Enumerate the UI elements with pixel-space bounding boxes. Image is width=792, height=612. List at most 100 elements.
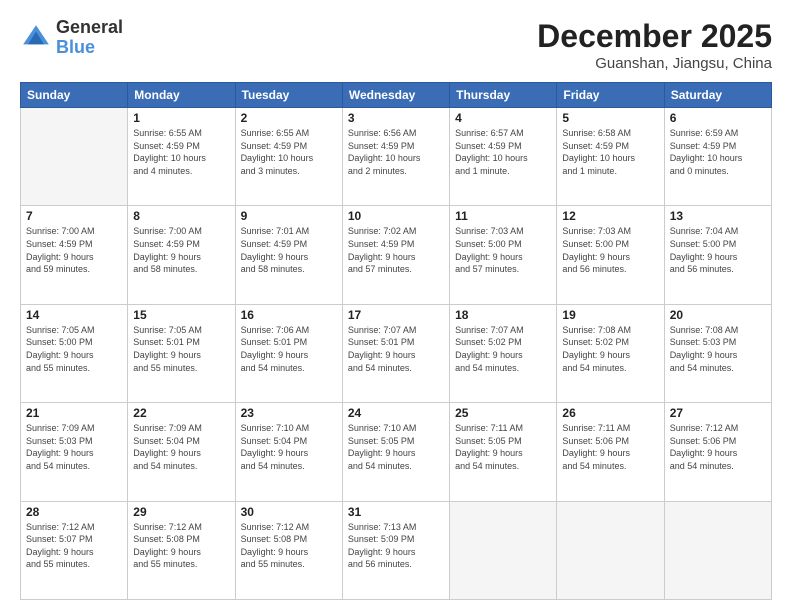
calendar-cell (557, 501, 664, 599)
day-info: Sunrise: 7:05 AM Sunset: 5:01 PM Dayligh… (133, 324, 229, 374)
weekday-header-wednesday: Wednesday (342, 83, 449, 108)
calendar-cell: 20Sunrise: 7:08 AM Sunset: 5:03 PM Dayli… (664, 304, 771, 402)
weekday-header-tuesday: Tuesday (235, 83, 342, 108)
day-info: Sunrise: 7:03 AM Sunset: 5:00 PM Dayligh… (562, 225, 658, 275)
calendar-cell: 22 Sunrise: 7:09 AM Sunset: 5:04 PM Dayli… (128, 403, 235, 501)
day-number: 11 (455, 209, 551, 223)
calendar-cell: 30 Sunrise: 7:12 AM Sunset: 5:08 PM Dayli… (235, 501, 342, 599)
day-info: Sunrise: 7:08 AM Sunset: 5:02 PM Dayligh… (562, 324, 658, 374)
calendar-cell: 24 Sunrise: 7:10 AM Sunset: 5:05 PM Dayli… (342, 403, 449, 501)
day-info: Sunrise: 7:06 AM Sunset: 5:01 PM Dayligh… (241, 324, 337, 374)
calendar-cell: 17 Sunrise: 7:07 AM Sunset: 5:01 PM Dayli… (342, 304, 449, 402)
calendar-cell: 10 Sunrise: 7:02 AM Sunset: 4:59 PM Dayli… (342, 206, 449, 304)
day-info: Sunrise: 6:56 AM Sunset: 4:59 PM Dayligh… (348, 127, 444, 177)
day-info: Sunrise: 7:08 AM Sunset: 5:03 PM Dayligh… (670, 324, 766, 374)
day-info: Sunrise: 7:01 AM Sunset: 4:59 PM Dayligh… (241, 225, 337, 275)
day-number: 7 (26, 209, 122, 223)
day-number: 26 (562, 406, 658, 420)
calendar-cell: 2 Sunrise: 6:55 AM Sunset: 4:59 PM Daylig… (235, 108, 342, 206)
calendar-cell: 29 Sunrise: 7:12 AM Sunset: 5:08 PM Dayli… (128, 501, 235, 599)
week-row-2: 7 Sunrise: 7:00 AM Sunset: 4:59 PM Daylig… (21, 206, 772, 304)
title-block: December 2025 Guanshan, Jiangsu, China (537, 18, 772, 72)
calendar-cell: 11 Sunrise: 7:03 AM Sunset: 5:00 PM Dayli… (450, 206, 557, 304)
day-number: 31 (348, 505, 444, 519)
day-number: 18 (455, 308, 551, 322)
calendar-cell: 7 Sunrise: 7:00 AM Sunset: 4:59 PM Daylig… (21, 206, 128, 304)
month-title: December 2025 (537, 18, 772, 55)
page: General Blue December 2025 Guanshan, Jia… (0, 0, 792, 612)
day-number: 27 (670, 406, 766, 420)
calendar-cell: 18 Sunrise: 7:07 AM Sunset: 5:02 PM Dayli… (450, 304, 557, 402)
day-number: 28 (26, 505, 122, 519)
calendar-cell: 27 Sunrise: 7:12 AM Sunset: 5:06 PM Dayli… (664, 403, 771, 501)
calendar-cell: 23Sunrise: 7:10 AM Sunset: 5:04 PM Dayli… (235, 403, 342, 501)
day-info: Sunrise: 7:12 AM Sunset: 5:08 PM Dayligh… (133, 521, 229, 571)
weekday-header-monday: Monday (128, 83, 235, 108)
calendar-cell: 31 Sunrise: 7:13 AM Sunset: 5:09 PM Dayli… (342, 501, 449, 599)
day-number: 10 (348, 209, 444, 223)
day-number: 16 (241, 308, 337, 322)
calendar-cell: 5Sunrise: 6:58 AM Sunset: 4:59 PM Daylig… (557, 108, 664, 206)
calendar-cell: 1Sunrise: 6:55 AM Sunset: 4:59 PM Daylig… (128, 108, 235, 206)
day-number: 30 (241, 505, 337, 519)
location: Guanshan, Jiangsu, China (537, 55, 772, 72)
day-info: Sunrise: 7:09 AM Sunset: 5:04 PM Dayligh… (133, 422, 229, 472)
day-info: Sunrise: 7:12 AM Sunset: 5:07 PM Dayligh… (26, 521, 122, 571)
calendar-cell (21, 108, 128, 206)
calendar-cell (450, 501, 557, 599)
day-number: 13 (670, 209, 766, 223)
calendar-cell: 16 Sunrise: 7:06 AM Sunset: 5:01 PM Dayli… (235, 304, 342, 402)
day-info: Sunrise: 7:07 AM Sunset: 5:01 PM Dayligh… (348, 324, 444, 374)
day-info: Sunrise: 7:00 AM Sunset: 4:59 PM Dayligh… (133, 225, 229, 275)
day-info: Sunrise: 7:11 AM Sunset: 5:06 PM Dayligh… (562, 422, 658, 472)
day-info: Sunrise: 7:02 AM Sunset: 4:59 PM Dayligh… (348, 225, 444, 275)
day-number: 14 (26, 308, 122, 322)
day-info: Sunrise: 6:58 AM Sunset: 4:59 PM Dayligh… (562, 127, 658, 177)
day-info: Sunrise: 7:09 AM Sunset: 5:03 PM Dayligh… (26, 422, 122, 472)
weekday-header-friday: Friday (557, 83, 664, 108)
day-info: Sunrise: 7:03 AM Sunset: 5:00 PM Dayligh… (455, 225, 551, 275)
day-number: 6 (670, 111, 766, 125)
weekday-header-row: SundayMondayTuesdayWednesdayThursdayFrid… (21, 83, 772, 108)
day-number: 2 (241, 111, 337, 125)
day-number: 25 (455, 406, 551, 420)
day-info: Sunrise: 7:13 AM Sunset: 5:09 PM Dayligh… (348, 521, 444, 571)
day-info: Sunrise: 6:57 AM Sunset: 4:59 PM Dayligh… (455, 127, 551, 177)
day-number: 19 (562, 308, 658, 322)
logo-icon (20, 22, 52, 54)
day-number: 12 (562, 209, 658, 223)
weekday-header-saturday: Saturday (664, 83, 771, 108)
calendar-cell: 19 Sunrise: 7:08 AM Sunset: 5:02 PM Dayli… (557, 304, 664, 402)
day-number: 21 (26, 406, 122, 420)
day-number: 23 (241, 406, 337, 420)
day-info: Sunrise: 7:12 AM Sunset: 5:06 PM Dayligh… (670, 422, 766, 472)
calendar-cell: 8 Sunrise: 7:00 AM Sunset: 4:59 PM Daylig… (128, 206, 235, 304)
day-info: Sunrise: 7:07 AM Sunset: 5:02 PM Dayligh… (455, 324, 551, 374)
day-number: 17 (348, 308, 444, 322)
day-number: 24 (348, 406, 444, 420)
calendar-cell: 25 Sunrise: 7:11 AM Sunset: 5:05 PM Dayli… (450, 403, 557, 501)
day-number: 9 (241, 209, 337, 223)
day-info: Sunrise: 7:10 AM Sunset: 5:05 PM Dayligh… (348, 422, 444, 472)
day-info: Sunrise: 7:00 AM Sunset: 4:59 PM Dayligh… (26, 225, 122, 275)
calendar-cell: 28 Sunrise: 7:12 AM Sunset: 5:07 PM Dayli… (21, 501, 128, 599)
day-info: Sunrise: 7:11 AM Sunset: 5:05 PM Dayligh… (455, 422, 551, 472)
calendar-cell: 15Sunrise: 7:05 AM Sunset: 5:01 PM Dayli… (128, 304, 235, 402)
logo-blue: Blue (56, 38, 123, 58)
week-row-3: 14 Sunrise: 7:05 AM Sunset: 5:00 PM Dayli… (21, 304, 772, 402)
logo-text: General Blue (56, 18, 123, 58)
day-number: 29 (133, 505, 229, 519)
day-number: 1 (133, 111, 229, 125)
day-info: Sunrise: 7:12 AM Sunset: 5:08 PM Dayligh… (241, 521, 337, 571)
day-number: 22 (133, 406, 229, 420)
day-number: 8 (133, 209, 229, 223)
day-info: Sunrise: 6:55 AM Sunset: 4:59 PM Dayligh… (241, 127, 337, 177)
day-info: Sunrise: 7:04 AM Sunset: 5:00 PM Dayligh… (670, 225, 766, 275)
header: General Blue December 2025 Guanshan, Jia… (20, 18, 772, 72)
logo: General Blue (20, 18, 123, 58)
calendar-cell (664, 501, 771, 599)
calendar-cell: 4Sunrise: 6:57 AM Sunset: 4:59 PM Daylig… (450, 108, 557, 206)
day-info: Sunrise: 7:05 AM Sunset: 5:00 PM Dayligh… (26, 324, 122, 374)
calendar-cell: 21 Sunrise: 7:09 AM Sunset: 5:03 PM Dayli… (21, 403, 128, 501)
logo-general: General (56, 18, 123, 38)
